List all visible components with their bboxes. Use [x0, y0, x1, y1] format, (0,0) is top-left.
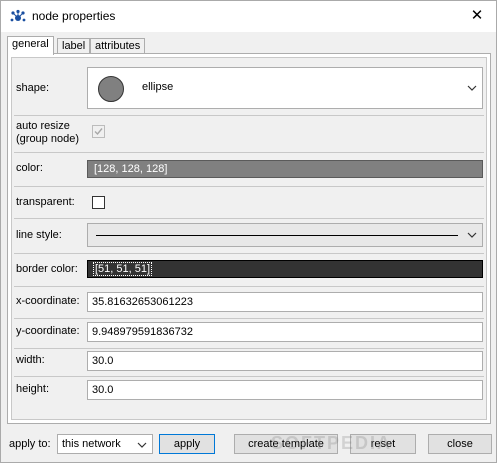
width-label: width:: [16, 354, 45, 366]
chevron-down-icon: [467, 85, 477, 91]
transparent-label: transparent:: [16, 196, 75, 208]
window-title: node properties: [32, 9, 116, 23]
app-icon: [10, 9, 26, 22]
shape-label: shape:: [16, 82, 50, 94]
separator: [14, 253, 484, 254]
separator: [14, 376, 484, 377]
width-field[interactable]: 30.0: [87, 351, 483, 371]
height-field[interactable]: 30.0: [87, 380, 483, 400]
chevron-down-icon: [137, 442, 147, 448]
close-window-icon[interactable]: ✕: [466, 6, 488, 26]
title-bar: node properties ✕: [1, 1, 496, 32]
apply-to-value: this network: [62, 438, 121, 450]
general-form: shape: ellipse auto resize (group node) …: [11, 57, 487, 420]
auto-resize-label-line2: (group node): [16, 133, 79, 145]
separator: [14, 318, 484, 319]
node-properties-window: node properties ✕ general label attribut…: [0, 0, 497, 463]
create-template-button[interactable]: create template: [234, 434, 338, 454]
border-color-value: [51, 51, 51]: [93, 262, 153, 276]
color-label: color:: [16, 162, 43, 174]
shape-value: ellipse: [142, 81, 174, 93]
separator: [14, 348, 484, 349]
apply-button[interactable]: apply: [159, 434, 215, 454]
height-label: height:: [16, 383, 50, 395]
separator: [14, 152, 484, 153]
separator: [14, 115, 484, 116]
ellipse-shape-icon: [98, 76, 124, 102]
color-value: [128, 128, 128]: [94, 163, 168, 175]
apply-to-select[interactable]: this network: [57, 434, 153, 454]
separator: [14, 186, 484, 187]
line-style-label: line style:: [16, 229, 62, 241]
shape-dropdown[interactable]: ellipse: [87, 67, 483, 109]
transparent-checkbox[interactable]: [92, 196, 105, 209]
reset-button[interactable]: reset: [350, 434, 416, 454]
solid-line-preview: [96, 235, 458, 236]
color-swatch-button[interactable]: [128, 128, 128]: [87, 160, 483, 178]
x-coordinate-field[interactable]: 35.81632653061223: [87, 292, 483, 312]
tab-general[interactable]: general: [7, 36, 54, 55]
y-coordinate-label: y-coordinate:: [16, 325, 80, 337]
y-coordinate-field[interactable]: 9.948979591836732: [87, 322, 483, 342]
chevron-down-icon: [467, 232, 477, 238]
auto-resize-checkbox[interactable]: [92, 125, 105, 138]
checkmark-icon: [94, 128, 103, 136]
border-color-swatch-button[interactable]: [51, 51, 51]: [87, 260, 483, 278]
border-color-label: border color:: [16, 263, 78, 275]
general-panel: shape: ellipse auto resize (group node) …: [7, 53, 491, 424]
close-button[interactable]: close: [428, 434, 492, 454]
auto-resize-label-line1: auto resize: [16, 120, 70, 132]
separator: [14, 286, 484, 287]
x-coordinate-label: x-coordinate:: [16, 295, 80, 307]
separator: [14, 218, 484, 219]
apply-to-label: apply to:: [9, 438, 51, 450]
line-style-dropdown[interactable]: [87, 223, 483, 247]
